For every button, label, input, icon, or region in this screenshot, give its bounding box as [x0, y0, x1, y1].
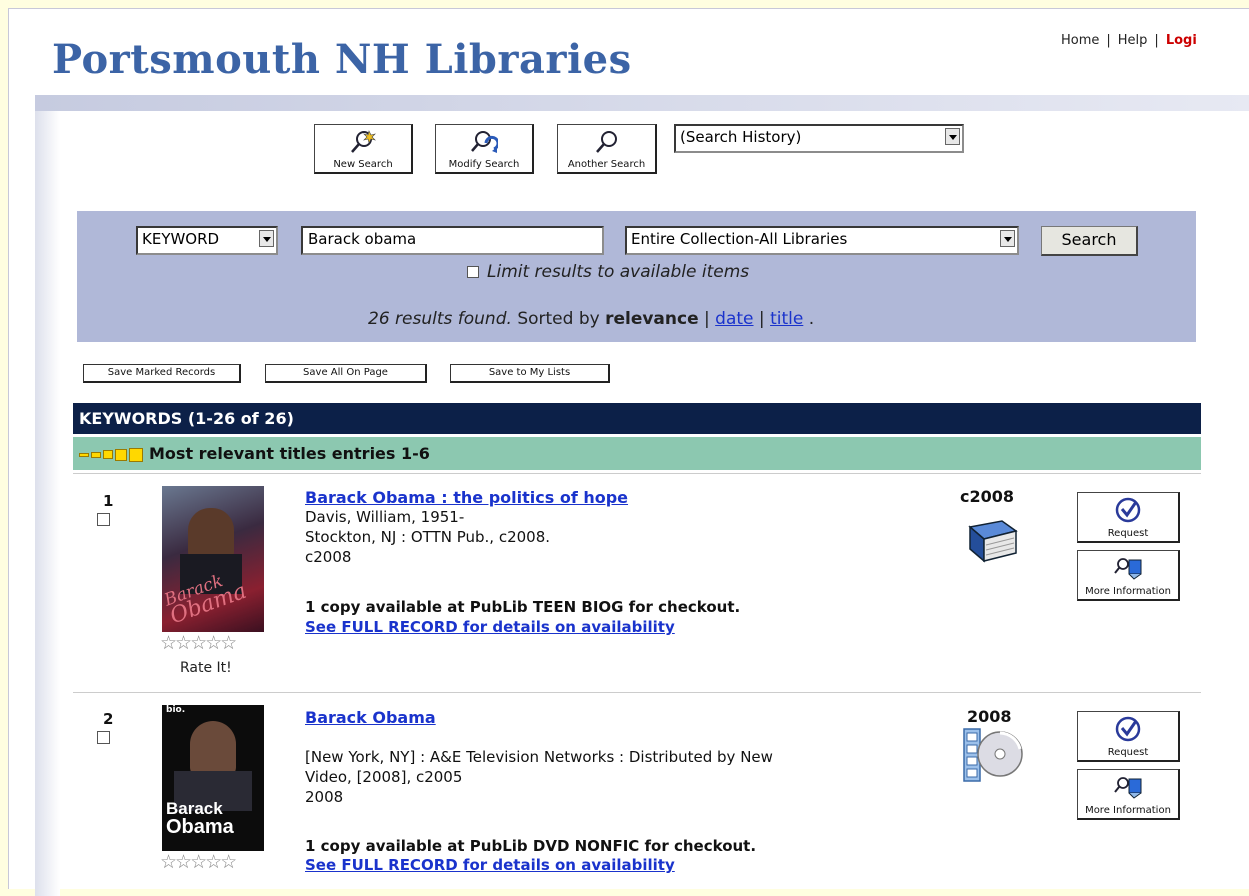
more-info-icon: [1114, 777, 1142, 799]
another-search-button[interactable]: Another Search: [557, 124, 657, 174]
divider: [73, 692, 1201, 693]
login-link[interactable]: Logi: [1166, 33, 1197, 48]
results-summary: 26 results found. Sorted by relevance | …: [368, 309, 815, 329]
modify-search-icon: [471, 131, 498, 153]
dvd-cover-2[interactable]: bio. Barack Obama: [162, 705, 264, 851]
record-number: 2: [103, 710, 114, 728]
cover-title-line2: Obama: [166, 816, 234, 838]
sort-end: .: [808, 309, 815, 329]
new-search-button[interactable]: New Search: [314, 124, 413, 174]
search-type-select[interactable]: KEYWORD: [136, 226, 278, 255]
record-publisher-cont: Video, [2008], c2005: [305, 768, 463, 786]
request-label: Request: [1107, 747, 1149, 758]
record-title-link[interactable]: Barack Obama: [305, 708, 436, 727]
limit-available-row: Limit results to available items: [467, 262, 749, 282]
search-scope-value: Entire Collection-All Libraries: [631, 230, 848, 248]
record-number: 1: [103, 492, 114, 510]
record-publisher: [New York, NY] : A&E Television Networks…: [305, 748, 773, 766]
search-history-value: (Search History): [680, 128, 802, 146]
request-label: Request: [1107, 528, 1149, 539]
full-record-link[interactable]: See FULL RECORD for details on availabil…: [305, 856, 675, 874]
book-cover-1[interactable]: Barack Obama: [162, 486, 264, 632]
sorted-by-value: relevance: [605, 309, 699, 329]
rating-stars[interactable]: ☆☆☆☆☆: [160, 851, 237, 873]
save-all-on-page-button[interactable]: Save All On Page: [265, 364, 427, 383]
search-input[interactable]: Barack obama: [301, 226, 604, 255]
record-checkbox[interactable]: [97, 513, 110, 526]
site-title: Portsmouth NH Libraries: [52, 36, 632, 83]
new-search-label: New Search: [333, 159, 393, 170]
sorted-by-label: Sorted by: [517, 309, 600, 329]
relevance-header-label: Most relevant titles entries 1-6: [149, 444, 430, 463]
search-button[interactable]: Search: [1041, 226, 1138, 256]
cover-portrait: [188, 508, 234, 560]
new-search-icon: [351, 130, 376, 153]
record-title-link[interactable]: Barack Obama : the politics of hope: [305, 488, 628, 507]
more-information-button[interactable]: More Information: [1077, 769, 1180, 820]
record-author: Davis, William, 1951-: [305, 508, 465, 526]
checkmark-icon: [1115, 716, 1141, 742]
limit-available-label: Limit results to available items: [487, 262, 750, 282]
dvd-icon: [963, 728, 1023, 782]
search-scope-select[interactable]: Entire Collection-All Libraries: [625, 226, 1019, 255]
full-record-link[interactable]: See FULL RECORD for details on availabil…: [305, 618, 675, 636]
modify-search-button[interactable]: Modify Search: [435, 124, 534, 174]
more-information-label: More Information: [1085, 586, 1171, 597]
record-checkbox[interactable]: [97, 731, 110, 744]
chevron-down-icon: [1000, 230, 1015, 247]
sort-by-title-link[interactable]: title: [770, 309, 803, 329]
cover-portrait: [190, 721, 236, 777]
save-to-my-lists-button[interactable]: Save to My Lists: [450, 364, 610, 383]
another-search-label: Another Search: [567, 159, 646, 170]
limit-available-checkbox[interactable]: [467, 266, 479, 278]
book-icon: [968, 520, 1018, 563]
record-year: 2008: [967, 707, 1012, 726]
more-information-button[interactable]: More Information: [1077, 550, 1180, 601]
keywords-header: KEYWORDS (1-26 of 26): [73, 403, 1201, 434]
sort-by-date-link[interactable]: date: [715, 309, 753, 329]
rate-it-label[interactable]: Rate It!: [180, 660, 232, 676]
search-type-value: KEYWORD: [142, 230, 220, 248]
record-date: 2008: [305, 788, 344, 806]
record-availability: 1 copy available at PubLib DVD NONFIC fo…: [305, 837, 757, 855]
divider: [73, 473, 1201, 474]
search-history-select[interactable]: (Search History): [674, 124, 964, 153]
more-information-label: More Information: [1085, 805, 1171, 816]
chevron-down-icon: [259, 230, 274, 247]
relevance-header: Most relevant titles entries 1-6: [73, 437, 1201, 470]
magnifier-icon: [595, 131, 617, 153]
chevron-down-icon: [945, 128, 960, 145]
results-count: 26 results found.: [368, 309, 512, 329]
help-link[interactable]: Help: [1118, 33, 1148, 48]
record-availability: 1 copy available at PubLib TEEN BIOG for…: [305, 598, 741, 616]
record-year: c2008: [960, 487, 1015, 506]
record-date: c2008: [305, 548, 352, 566]
more-info-icon: [1114, 558, 1142, 580]
save-marked-records-button[interactable]: Save Marked Records: [83, 364, 241, 383]
checkmark-icon: [1115, 497, 1141, 523]
home-link[interactable]: Home: [1061, 33, 1099, 48]
rating-stars[interactable]: ☆☆☆☆☆: [160, 632, 237, 654]
content-shadow: [35, 111, 60, 896]
header-band: [35, 95, 1249, 111]
modify-search-label: Modify Search: [448, 159, 520, 170]
record-publisher: Stockton, NJ : OTTN Pub., c2008.: [305, 528, 551, 546]
relevance-bar-icon: [79, 452, 89, 457]
cover-brand: bio.: [166, 705, 186, 715]
request-button[interactable]: Request: [1077, 492, 1180, 543]
top-links: Home | Help | Logi: [1061, 33, 1197, 48]
request-button[interactable]: Request: [1077, 711, 1180, 762]
